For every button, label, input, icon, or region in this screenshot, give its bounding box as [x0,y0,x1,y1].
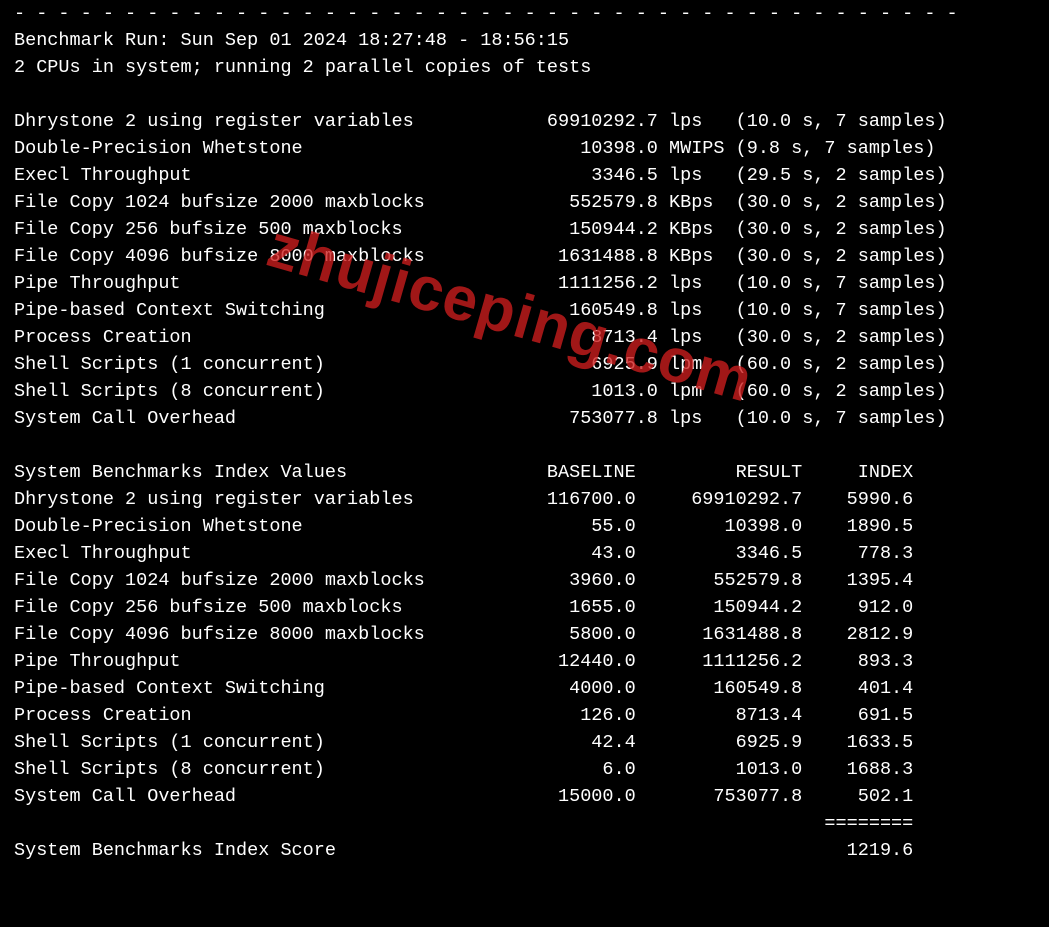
terminal-output: - - - - - - - - - - - - - - - - - - - - … [0,0,1049,864]
